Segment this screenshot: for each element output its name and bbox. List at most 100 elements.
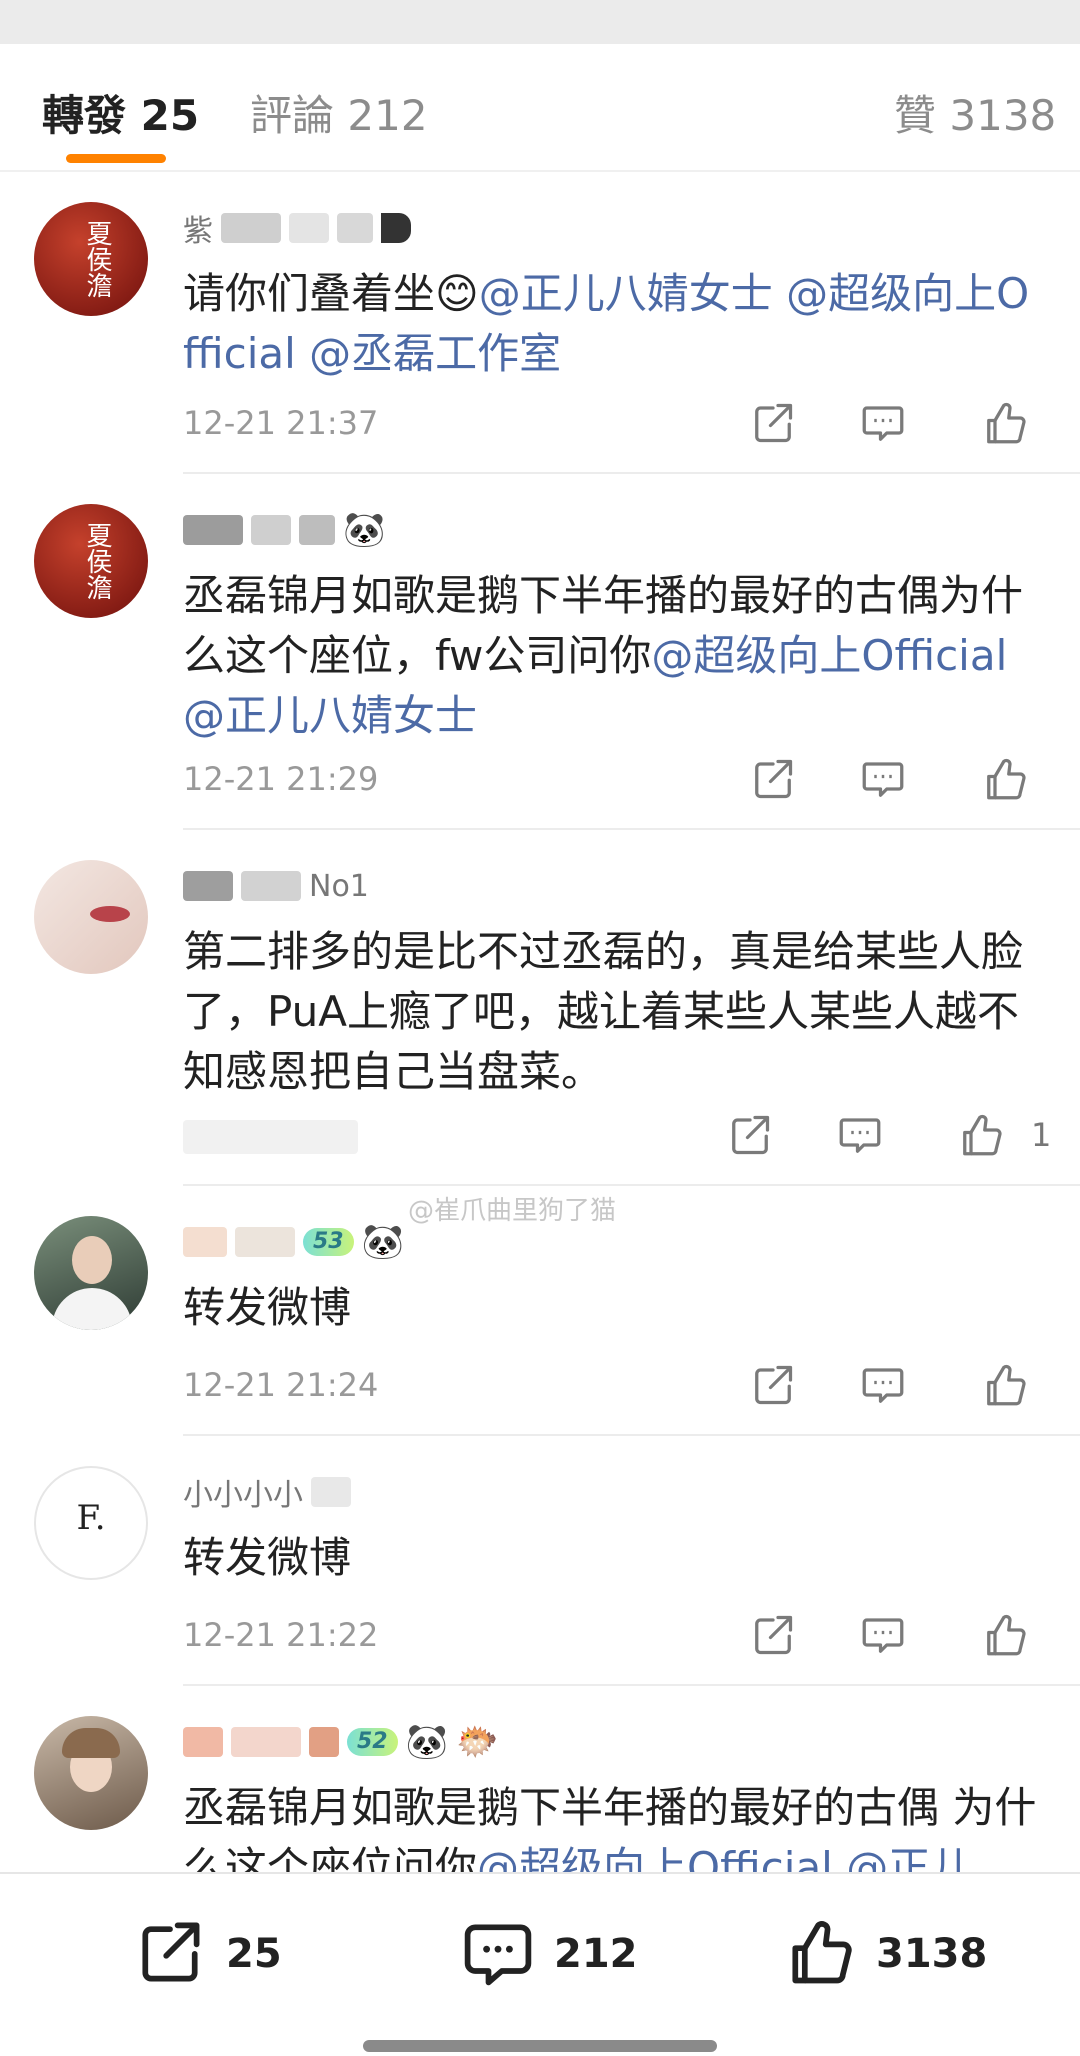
tab-repost-label: 轉發 — [42, 91, 127, 140]
avatar[interactable] — [34, 860, 148, 974]
panda-icon: 🐼 — [405, 1722, 448, 1762]
list-item: 夏侯澹 🐼 丞磊锦月如歌是鹅下半年播的最好的古偶为什么这个座位，fw公司问你@超… — [0, 474, 1080, 830]
comment-meta: 12-21 21:24 — [183, 1356, 1043, 1416]
nickname[interactable]: 🐼 — [183, 508, 385, 552]
bottom-repost-button[interactable]: 25 — [132, 1914, 282, 1994]
repost-list[interactable]: 夏侯澹 紫 请你们叠着坐😊@正儿八婧女士 @超级向上Official @丞磊工作… — [0, 172, 1080, 1872]
list-item: 53 🐼 转发微博 12-21 21:24 — [0, 1186, 1080, 1436]
nickname-text: No1 — [309, 868, 369, 904]
comment-text: 请你们叠着坐😊 — [183, 269, 479, 318]
nickname[interactable]: No1 — [183, 864, 369, 908]
timestamp: 12-21 21:29 — [183, 760, 379, 798]
tab-repost[interactable]: 轉發 25 — [42, 82, 199, 143]
nickname-redacted — [221, 213, 281, 243]
member-badge: 53 — [303, 1228, 354, 1256]
nickname-text: 小小小小 — [183, 1478, 303, 1513]
tab-comments-label: 評論 — [250, 91, 335, 140]
tab-active-indicator — [66, 154, 166, 163]
share-icon — [132, 1914, 208, 1994]
avatar-hair — [62, 1728, 120, 1758]
comment-meta: 1 — [183, 1106, 1051, 1166]
comment-body: 丞磊锦月如歌是鹅下半年播的最好的古偶 为什么这个座位问你@超级向上Officia… — [183, 1778, 1043, 1872]
nickname-redacted — [183, 515, 243, 545]
mention-link[interactable]: @丞磊工作室 — [309, 329, 561, 378]
list-item: No1 第二排多的是比不过丞磊的，真是给某些人脸了，PuA上瘾了吧，越让着某些人… — [0, 830, 1080, 1186]
mention-link[interactable]: @超级向上Official — [477, 1843, 833, 1872]
member-badge: 52 — [347, 1728, 398, 1756]
nickname-redacted — [231, 1727, 301, 1757]
tab-comments[interactable]: 評論 212 — [250, 82, 428, 143]
comment-icon[interactable] — [835, 1110, 885, 1160]
comment-icon[interactable] — [858, 398, 908, 448]
tab-likes-label: 贊 — [894, 91, 937, 140]
like-icon[interactable] — [980, 1360, 1030, 1410]
nickname[interactable]: 52 🐼 🐡 — [183, 1720, 498, 1764]
share-icon[interactable] — [725, 1110, 775, 1160]
comment-icon[interactable] — [858, 1360, 908, 1410]
list-item: F. 小小小小 转发微博 12-21 21:22 — [0, 1436, 1080, 1686]
like-icon[interactable] — [980, 398, 1030, 448]
comment-text: 转发微博 — [183, 1283, 352, 1332]
panda-icon: 🐼 — [343, 510, 386, 550]
repost-count: 25 — [226, 1931, 282, 1977]
comment-body: 转发微博 — [183, 1528, 1043, 1588]
bottom-action-bar: 25 212 3138 — [0, 1872, 1080, 2056]
like-icon[interactable] — [956, 1110, 1006, 1160]
timestamp: 12-21 21:24 — [183, 1366, 379, 1404]
nickname-redacted — [309, 1727, 339, 1757]
tab-repost-count: 25 — [140, 91, 200, 140]
mention-link[interactable]: @正儿 — [846, 1843, 972, 1872]
avatar-shirt — [52, 1288, 132, 1330]
avatar-text: 夏侯澹 — [82, 522, 112, 600]
timestamp: 12-21 21:37 — [183, 404, 379, 442]
like-icon[interactable] — [980, 754, 1030, 804]
avatar-lips — [90, 906, 130, 922]
like-count: 1 — [1031, 1116, 1052, 1154]
tab-comments-count: 212 — [347, 91, 428, 140]
bottom-like-button[interactable]: 3138 — [782, 1914, 987, 1994]
nickname-redacted — [289, 213, 329, 243]
top-strip — [0, 0, 1080, 44]
pufferfish-icon: 🐡 — [455, 1722, 499, 1762]
nickname-redacted — [299, 515, 335, 545]
comment-body: 丞磊锦月如歌是鹅下半年播的最好的古偶为什么这个座位，fw公司问你@超级向上Off… — [183, 566, 1043, 746]
timestamp: 12-21 21:22 — [183, 1616, 379, 1654]
share-icon[interactable] — [748, 1610, 798, 1660]
tab-bar: 轉發 25 評論 212 贊 3138 — [0, 44, 1080, 172]
nickname-text: 紫 — [183, 214, 213, 249]
comment-count: 212 — [554, 1931, 638, 1977]
panda-icon: 🐼 — [361, 1222, 404, 1262]
avatar[interactable]: 夏侯澹 — [34, 504, 148, 618]
mention-link[interactable]: @正儿八婧女士 — [479, 269, 773, 318]
comment-icon[interactable] — [858, 754, 908, 804]
nickname-redacted — [183, 1727, 223, 1757]
comment-text: 转发微博 — [183, 1533, 352, 1582]
nickname[interactable]: 紫 — [183, 206, 411, 250]
nickname[interactable]: 53 🐼 — [183, 1220, 404, 1264]
mention-link[interactable]: @超级向上Official — [651, 631, 1007, 680]
tab-likes-count: 3138 — [949, 91, 1057, 140]
home-indicator[interactable] — [363, 2040, 717, 2052]
mention-link[interactable]: @正儿八婧女士 — [183, 691, 477, 740]
avatar[interactable]: 夏侯澹 — [34, 202, 148, 316]
avatar[interactable]: F. — [34, 1466, 148, 1580]
share-icon[interactable] — [748, 1360, 798, 1410]
comment-icon[interactable] — [858, 1610, 908, 1660]
like-icon[interactable] — [980, 1610, 1030, 1660]
bottom-comment-button[interactable]: 212 — [460, 1914, 638, 1994]
comment-icon — [460, 1914, 536, 1994]
share-icon[interactable] — [748, 398, 798, 448]
avatar-face — [72, 1236, 112, 1284]
avatar-text: 夏侯澹 — [82, 220, 112, 298]
nickname-redacted — [381, 213, 411, 243]
nickname-redacted — [235, 1227, 295, 1257]
avatar[interactable] — [34, 1216, 148, 1330]
like-icon — [782, 1914, 858, 1994]
share-icon[interactable] — [748, 754, 798, 804]
comment-body: 第二排多的是比不过丞磊的，真是给某些人脸了，PuA上瘾了吧，越让着某些人某些人越… — [183, 922, 1043, 1102]
avatar[interactable] — [34, 1716, 148, 1830]
nickname[interactable]: 小小小小 — [183, 1470, 351, 1514]
tab-likes[interactable]: 贊 3138 — [894, 82, 1056, 143]
avatar-text: F. — [76, 1498, 106, 1538]
nickname-redacted — [183, 1227, 227, 1257]
